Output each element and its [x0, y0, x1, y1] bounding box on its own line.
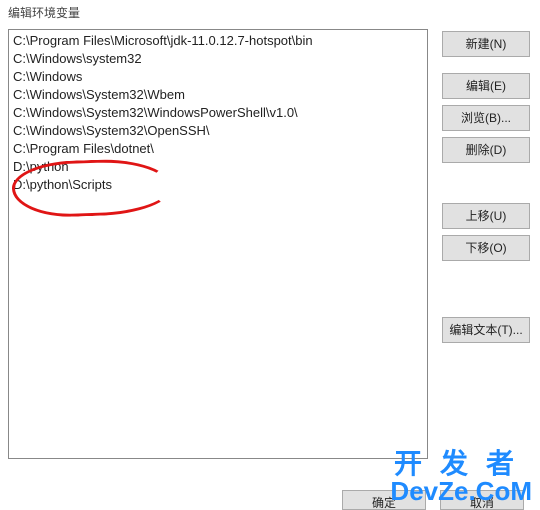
move-up-button[interactable]: 上移(U)	[442, 203, 530, 229]
list-item[interactable]: C:\Windows\System32\OpenSSH\	[13, 122, 423, 140]
button-column: 新建(N) 编辑(E) 浏览(B)... 删除(D) 上移(U) 下移(O) 编…	[442, 29, 532, 459]
dialog-title: 编辑环境变量	[0, 0, 540, 29]
content-area: C:\Program Files\Microsoft\jdk-11.0.12.7…	[0, 29, 540, 459]
edit-text-button[interactable]: 编辑文本(T)...	[442, 317, 530, 343]
browse-button[interactable]: 浏览(B)...	[442, 105, 530, 131]
path-listbox[interactable]: C:\Program Files\Microsoft\jdk-11.0.12.7…	[8, 29, 428, 459]
list-item[interactable]: C:\Windows\System32\WindowsPowerShell\v1…	[13, 104, 423, 122]
list-item[interactable]: C:\Program Files\dotnet\	[13, 140, 423, 158]
bottom-button-row: 确定 取消	[0, 480, 540, 510]
edit-button[interactable]: 编辑(E)	[442, 73, 530, 99]
list-item[interactable]: D:\python\Scripts	[13, 176, 423, 194]
list-item[interactable]: C:\Program Files\Microsoft\jdk-11.0.12.7…	[13, 32, 423, 50]
move-down-button[interactable]: 下移(O)	[442, 235, 530, 261]
cancel-button[interactable]: 取消	[440, 490, 524, 510]
list-item[interactable]: C:\Windows\system32	[13, 50, 423, 68]
list-item[interactable]: C:\Windows	[13, 68, 423, 86]
new-button[interactable]: 新建(N)	[442, 31, 530, 57]
ok-button[interactable]: 确定	[342, 490, 426, 510]
list-item[interactable]: D:\python	[13, 158, 423, 176]
delete-button[interactable]: 删除(D)	[442, 137, 530, 163]
list-item[interactable]: C:\Windows\System32\Wbem	[13, 86, 423, 104]
